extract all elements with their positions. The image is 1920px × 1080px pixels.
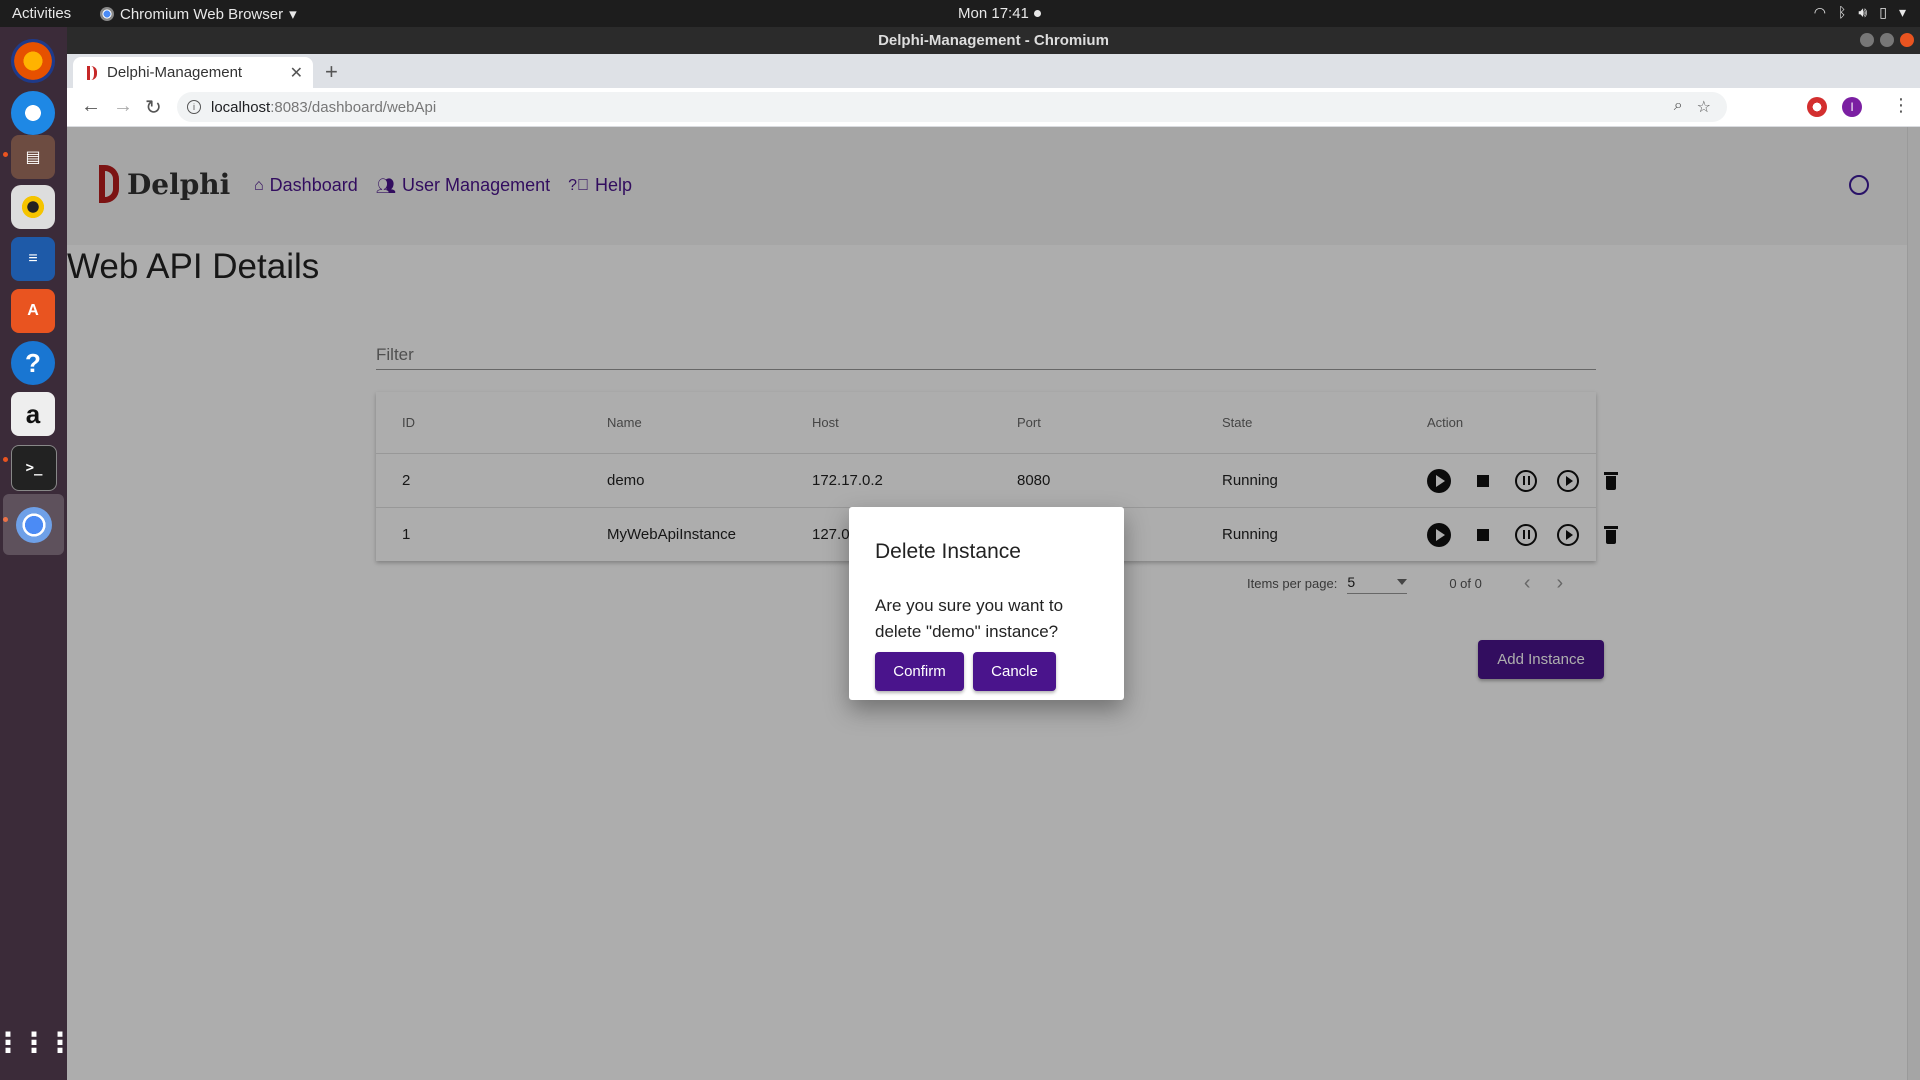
- launcher-dock: ▤ ≡ A ? a >_ ⋮⋮⋮: [0, 27, 74, 1080]
- wifi-icon: ◠: [1813, 4, 1827, 20]
- show-applications-icon[interactable]: ⋮⋮⋮: [0, 1020, 74, 1064]
- tab-title: Delphi-Management: [107, 64, 243, 81]
- dialog-message: Are you sure you want to delete "demo" i…: [875, 596, 1064, 641]
- bluetooth-icon: ᛒ: [1838, 4, 1847, 20]
- window-title: Delphi-Management - Chromium: [878, 32, 1109, 49]
- close-tab-icon[interactable]: ✕: [290, 63, 303, 83]
- delete-instance-dialog: Delete Instance Are you sure you want to…: [849, 507, 1124, 700]
- confirm-button[interactable]: Confirm: [875, 652, 964, 691]
- firefox-icon[interactable]: [11, 39, 55, 83]
- power-menu-icon: ▾: [1898, 4, 1906, 20]
- app-menu[interactable]: Chromium Web Browser ▾: [100, 5, 297, 23]
- window-controls: [1860, 33, 1914, 47]
- browser-toolbar: ← → ↻ i localhost :8083/dashboard/webApi…: [67, 88, 1920, 127]
- running-indicator: [3, 457, 8, 462]
- volume-icon: 🔊︎: [1858, 4, 1868, 20]
- browser-tab[interactable]: Delphi-Management ✕: [73, 57, 313, 88]
- system-top-bar: Activities Chromium Web Browser ▾ Mon 17…: [0, 0, 1920, 27]
- battery-icon: ▯: [1879, 4, 1887, 20]
- writer-icon[interactable]: ≡: [11, 237, 55, 281]
- window-title-bar: Delphi-Management - Chromium: [67, 27, 1920, 54]
- new-tab-icon[interactable]: +: [325, 59, 338, 85]
- system-tray[interactable]: ◠ ᛒ 🔊︎ ▯ ▾: [1814, 4, 1906, 21]
- close-window-icon[interactable]: [1900, 33, 1914, 47]
- files-icon[interactable]: ▤: [11, 135, 55, 179]
- url-path: :8083/dashboard/webApi: [270, 98, 437, 116]
- activities-button[interactable]: Activities: [12, 5, 71, 22]
- minimize-icon[interactable]: [1860, 33, 1874, 47]
- chromium-icon: [15, 506, 52, 543]
- cancel-button[interactable]: Cancle: [973, 652, 1056, 691]
- software-center-icon[interactable]: A: [11, 289, 55, 333]
- bookmark-star-icon[interactable]: ☆: [1697, 97, 1711, 117]
- terminal-icon[interactable]: >_: [11, 445, 57, 491]
- back-icon[interactable]: ←: [81, 95, 101, 118]
- site-info-icon[interactable]: i: [187, 100, 201, 114]
- dialog-title: Delete Instance: [875, 540, 1021, 563]
- clock[interactable]: Mon 17:41: [958, 5, 1041, 22]
- thunderbird-icon[interactable]: [11, 91, 55, 135]
- chromium-icon: [100, 7, 114, 21]
- forward-icon[interactable]: →: [113, 95, 133, 118]
- app-menu-label: Chromium Web Browser: [120, 5, 284, 23]
- zoom-icon[interactable]: ⌕: [1674, 97, 1683, 117]
- running-indicator: [3, 152, 8, 157]
- url-host: localhost: [211, 98, 271, 116]
- notification-dot-icon: [1033, 10, 1041, 17]
- clock-label: Mon 17:41: [958, 5, 1029, 22]
- omnibox-actions: ⌕ ☆: [1674, 97, 1711, 117]
- chromium-dock-item[interactable]: [3, 494, 64, 555]
- maximize-icon[interactable]: [1880, 33, 1894, 47]
- amazon-icon[interactable]: a: [11, 392, 55, 436]
- browser-menu-icon[interactable]: ⋮: [1892, 95, 1910, 116]
- delphi-favicon-icon: [87, 65, 97, 80]
- address-bar[interactable]: i localhost :8083/dashboard/webApi ⌕ ☆: [177, 92, 1727, 122]
- help-icon[interactable]: ?: [11, 341, 55, 385]
- chevron-down-icon: ▾: [289, 6, 297, 23]
- reload-icon[interactable]: ↻: [145, 95, 162, 120]
- opera-extension-icon[interactable]: [1807, 97, 1827, 117]
- rhythmbox-icon[interactable]: [11, 185, 55, 229]
- tab-strip: Delphi-Management ✕ +: [67, 54, 1920, 88]
- profile-avatar[interactable]: I: [1842, 97, 1862, 117]
